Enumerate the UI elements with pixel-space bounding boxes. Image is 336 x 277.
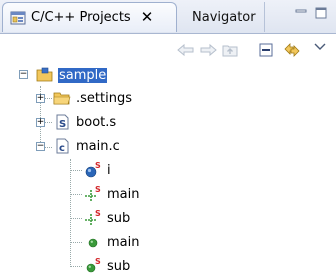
tree-item-label: boot.s <box>76 114 117 130</box>
tree-item-label: main.c <box>76 138 120 154</box>
tree-item-file[interactable]: S boot.s <box>53 111 117 133</box>
view-menu-chevron-icon[interactable] <box>310 37 330 57</box>
collapse-toggle-icon[interactable]: − <box>36 142 45 151</box>
tree-item-project[interactable]: sample <box>36 64 108 86</box>
forward-arrow-icon[interactable] <box>198 40 218 60</box>
tree-item-label: main <box>107 186 140 202</box>
link-with-editor-icon[interactable] <box>282 40 302 60</box>
svg-text:S: S <box>95 257 101 266</box>
tree-item-label: sub <box>107 210 131 226</box>
tree-item-label: main <box>107 234 140 250</box>
expand-toggle-icon[interactable]: + <box>36 118 45 127</box>
up-folder-icon[interactable] <box>220 40 240 60</box>
close-icon[interactable]: ✕ <box>141 10 154 25</box>
tree-item-member[interactable]: S sub <box>84 255 131 277</box>
minimize-view-icon[interactable] <box>294 6 308 20</box>
asm-file-icon: S <box>53 113 71 131</box>
tree-item-label: sample <box>58 67 108 83</box>
cpp-projects-view-icon <box>9 9 27 27</box>
svg-text:S: S <box>59 119 66 130</box>
tree-item-label: .settings <box>76 90 132 106</box>
tab-cpp-projects-label: C/C++ Projects <box>31 10 131 25</box>
view-tab-bar: C/C++ Projects ✕ Navigator <box>0 0 336 34</box>
function-icon <box>84 233 102 251</box>
folder-icon <box>53 89 71 107</box>
maximize-view-icon[interactable] <box>314 6 328 20</box>
collapse-toggle-icon[interactable]: − <box>19 70 28 79</box>
static-variable-icon: S <box>84 161 102 179</box>
project-tree: − + + − sample .settings S boot.s c main… <box>0 64 336 276</box>
expand-toggle-icon[interactable]: + <box>36 94 45 103</box>
tree-item-folder[interactable]: .settings <box>53 87 133 109</box>
back-arrow-icon[interactable] <box>176 40 196 60</box>
tree-item-member[interactable]: S sub <box>84 207 131 229</box>
static-function-declaration-icon: S <box>84 185 102 203</box>
tab-navigator[interactable]: Navigator <box>180 2 265 32</box>
project-folder-icon <box>36 66 54 84</box>
tab-navigator-label: Navigator <box>192 9 256 25</box>
svg-text:S: S <box>95 209 101 218</box>
view-toolbar <box>0 34 336 64</box>
tree-item-label: sub <box>107 258 131 274</box>
tree-item-member[interactable]: S i <box>84 159 112 181</box>
svg-text:c: c <box>59 143 65 154</box>
tree-item-label: i <box>107 162 111 178</box>
tree-item-member[interactable]: main <box>84 231 140 253</box>
svg-text:S: S <box>95 161 101 170</box>
static-function-declaration-icon: S <box>84 209 102 227</box>
tab-cpp-projects[interactable]: C/C++ Projects ✕ <box>2 2 177 32</box>
svg-text:S: S <box>95 185 101 194</box>
tree-item-file[interactable]: c main.c <box>53 135 121 157</box>
c-source-file-icon: c <box>53 137 71 155</box>
static-function-icon: S <box>84 257 102 275</box>
tree-item-member[interactable]: S main <box>84 183 140 205</box>
collapse-all-icon[interactable] <box>256 40 276 60</box>
